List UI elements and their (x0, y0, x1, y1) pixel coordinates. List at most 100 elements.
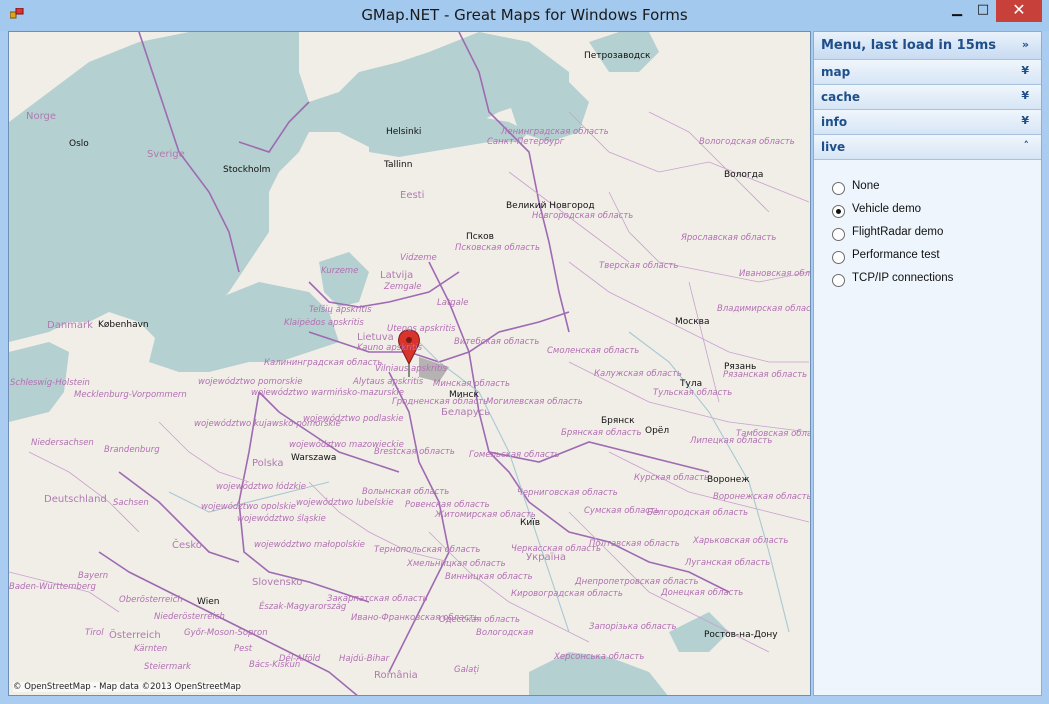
region-label: Kärnten (134, 644, 168, 654)
radio-label: None (852, 180, 880, 192)
region-label: województwo łódzkie (216, 482, 306, 492)
radio-circle[interactable] (832, 274, 845, 287)
section-cache[interactable]: cache ¥ (814, 85, 1041, 110)
region-label: Vilniaus apskritis (375, 364, 447, 374)
region-label: Mecklenburg-Vorpommern (74, 390, 187, 400)
region-label: Одесская область (439, 615, 521, 625)
radio-circle[interactable] (832, 251, 845, 264)
region-label: Витебская область (454, 337, 540, 347)
radio-circle[interactable] (832, 228, 845, 241)
vehicle-marker[interactable] (398, 329, 449, 382)
radio-label: Vehicle demo (852, 203, 922, 215)
region-label: Рязанская область (723, 370, 808, 380)
country-label: România (374, 670, 418, 681)
country-label: Беларусь (441, 407, 491, 418)
region-label: Черкасская область (511, 544, 602, 554)
region-label: Запорізька область (589, 622, 677, 632)
region-label: Тернопольская область (374, 545, 481, 555)
radio-circle[interactable] (832, 205, 845, 218)
region-label: województwo pomorskie (198, 377, 303, 387)
region-label: Steiermark (144, 662, 191, 672)
region-label: Могилевская область (486, 397, 583, 407)
region-label: Oberösterreich (119, 595, 183, 605)
region-label: Ровенская область (405, 500, 490, 510)
close-button[interactable]: ✕ (996, 0, 1042, 22)
region-label: Kauno apskritis (357, 343, 423, 353)
region-label: Вологодская (476, 628, 534, 638)
city-label: Wien (197, 597, 220, 607)
region-label: Schleswig-Holstein (10, 378, 90, 388)
double-chevron-up-icon[interactable]: ˄ (1024, 139, 1030, 152)
region-label: Győr-Moson-Sopron (184, 628, 268, 638)
region-label: Pest (234, 644, 253, 654)
section-info[interactable]: info ¥ (814, 110, 1041, 135)
region-label: Вологодская область (699, 137, 795, 147)
minimize-button[interactable]: ▁ (944, 0, 970, 22)
region-label: Ярославская область (681, 233, 777, 243)
region-label: Херсонська область (554, 652, 645, 662)
region-label: województwo mazowieckie (289, 440, 404, 450)
region-label: Калужская область (594, 369, 682, 379)
map-view[interactable]: Петрозаводск Helsinki Stockholm Oslo Tal… (8, 31, 811, 696)
country-label: Österreich (109, 630, 161, 641)
maximize-button[interactable]: □ (970, 0, 996, 22)
title-bar[interactable]: GMap.NET - Great Maps for Windows Forms … (0, 0, 1049, 31)
city-label: Великий Новгород (506, 201, 595, 211)
region-label: Владимирская область (717, 304, 811, 314)
city-label: Вологда (724, 170, 764, 180)
region-label: Днепропетровская область (575, 577, 699, 587)
region-label: Полтавская область (589, 539, 680, 549)
city-label: Москва (675, 317, 710, 327)
menu-header[interactable]: Menu, last load in 15ms » (814, 32, 1041, 60)
double-chevron-down-icon[interactable]: ¥ (1021, 89, 1029, 102)
region-label: Тульская область (653, 388, 733, 398)
region-label: Винницкая область (445, 572, 533, 582)
radio-label: FlightRadar demo (852, 226, 944, 238)
region-label: Niedersachsen (31, 438, 94, 448)
region-label: województwo lubelskie (296, 498, 394, 508)
region-label: Брянская область (561, 428, 642, 438)
city-label: Воронеж (707, 475, 750, 485)
double-chevron-down-icon[interactable]: ¥ (1021, 114, 1029, 127)
region-label: Белгородская область (647, 508, 749, 518)
map-copyright: © OpenStreetMap - Map data ©2013 OpenStr… (13, 682, 241, 692)
region-label: Telšių apskritis (309, 305, 372, 315)
region-label: województwo warmińsko-mazurskie (251, 388, 405, 398)
region-label: Klaipėdos apskritis (284, 318, 364, 328)
region-label: Dél-Alföld (279, 654, 321, 664)
section-map[interactable]: map ¥ (814, 60, 1041, 85)
region-label: Калининградская область (264, 358, 383, 368)
region-label: Санкт-Петербург (487, 137, 565, 147)
city-label: Ростов-на-Дону (704, 630, 778, 640)
region-label: Псковская область (455, 243, 540, 253)
double-chevron-right-icon[interactable]: » (1022, 38, 1029, 51)
region-label: województwo podlaskie (303, 414, 404, 424)
country-label: Latvija (380, 270, 414, 281)
double-chevron-down-icon[interactable]: ¥ (1021, 64, 1029, 77)
region-label: Луганская область (685, 558, 771, 568)
country-label: Sverige (147, 149, 185, 160)
city-label: Warszawa (291, 453, 337, 463)
app-window: GMap.NET - Great Maps for Windows Forms … (0, 0, 1049, 704)
section-label: live (821, 140, 846, 154)
region-label: Kurzeme (321, 266, 359, 276)
radio-circle[interactable] (832, 182, 845, 195)
region-label: Хмельницкая область (407, 559, 506, 569)
section-label: cache (821, 90, 861, 104)
region-label: Кировоградская область (511, 589, 623, 599)
region-label: Новгородская область (532, 211, 634, 221)
section-label: info (821, 115, 848, 129)
region-label: Utenos apskritis (387, 324, 456, 334)
city-label: Tallinn (384, 160, 413, 170)
region-label: Тверская область (599, 261, 679, 271)
region-label: Latgale (437, 298, 469, 308)
country-label: Deutschland (44, 494, 107, 505)
region-label: Харьковская область (693, 536, 789, 546)
country-label: Eesti (400, 190, 425, 201)
section-live[interactable]: live ˄ (814, 135, 1041, 160)
region-label: Минская область (433, 379, 510, 389)
radio-label: TCP/IP connections (852, 272, 954, 284)
region-label: Tirol (85, 628, 104, 638)
region-label: Ивановская область (739, 269, 811, 279)
region-label: Волынская область (362, 487, 450, 497)
